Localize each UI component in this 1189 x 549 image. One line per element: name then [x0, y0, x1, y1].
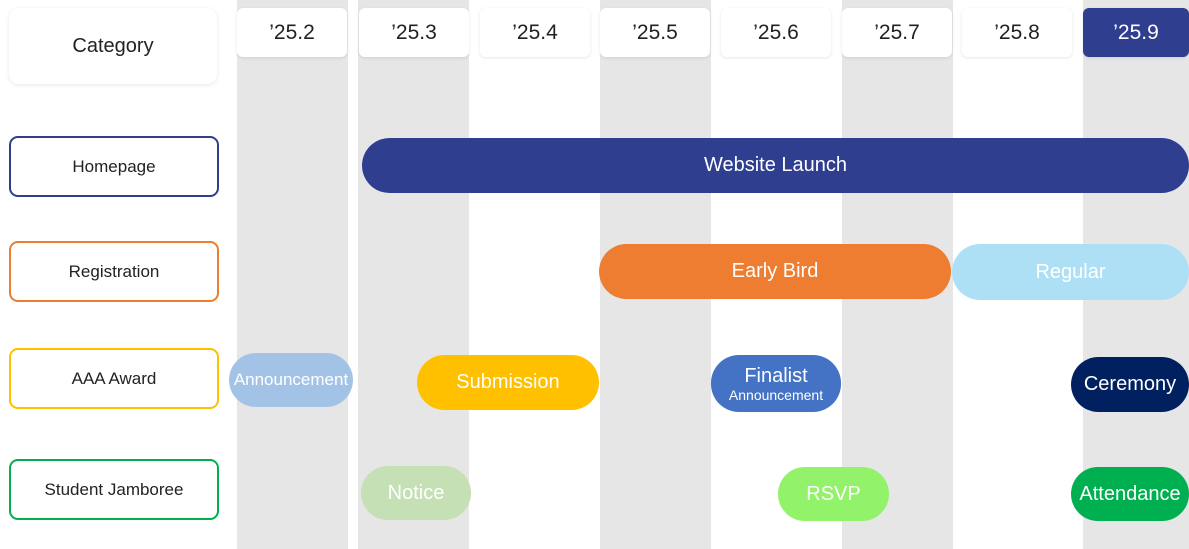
category-aaa-award: AAA Award — [9, 348, 219, 409]
bar-attendance: Attendance — [1071, 467, 1189, 521]
category-header: Category — [9, 8, 217, 84]
bar-notice: Notice — [361, 466, 471, 520]
bar-ceremony: Ceremony — [1071, 357, 1189, 412]
finalist-sublabel: Announcement — [728, 386, 824, 403]
category-student-jamboree: Student Jamboree — [9, 459, 219, 520]
month-header-feb: ’25.2 — [237, 8, 347, 57]
month-header-jul: ’25.7 — [842, 8, 952, 57]
bar-regular: Regular — [952, 244, 1189, 300]
month-header-jun: ’25.6 — [721, 8, 831, 57]
bar-submission: Submission — [417, 355, 599, 410]
column-band-feb — [237, 0, 348, 549]
month-header-sep: ’25.9 — [1083, 8, 1189, 57]
month-header-aug: ’25.8 — [962, 8, 1072, 57]
bar-rsvp: RSVP — [778, 467, 889, 521]
bar-finalist-announcement: Finalist Announcement — [711, 355, 841, 412]
category-registration: Registration — [9, 241, 219, 302]
month-header-mar: ’25.3 — [359, 8, 469, 57]
month-header-apr: ’25.4 — [480, 8, 590, 57]
finalist-label-stack: Finalist Announcement — [729, 365, 823, 403]
finalist-label: Finalist — [744, 364, 808, 387]
bar-announcement: Announcement — [229, 353, 353, 407]
month-header-may: ’25.5 — [600, 8, 710, 57]
category-homepage: Homepage — [9, 136, 219, 197]
bar-early-bird: Early Bird — [599, 244, 951, 299]
bar-website-launch: Website Launch — [362, 138, 1189, 193]
